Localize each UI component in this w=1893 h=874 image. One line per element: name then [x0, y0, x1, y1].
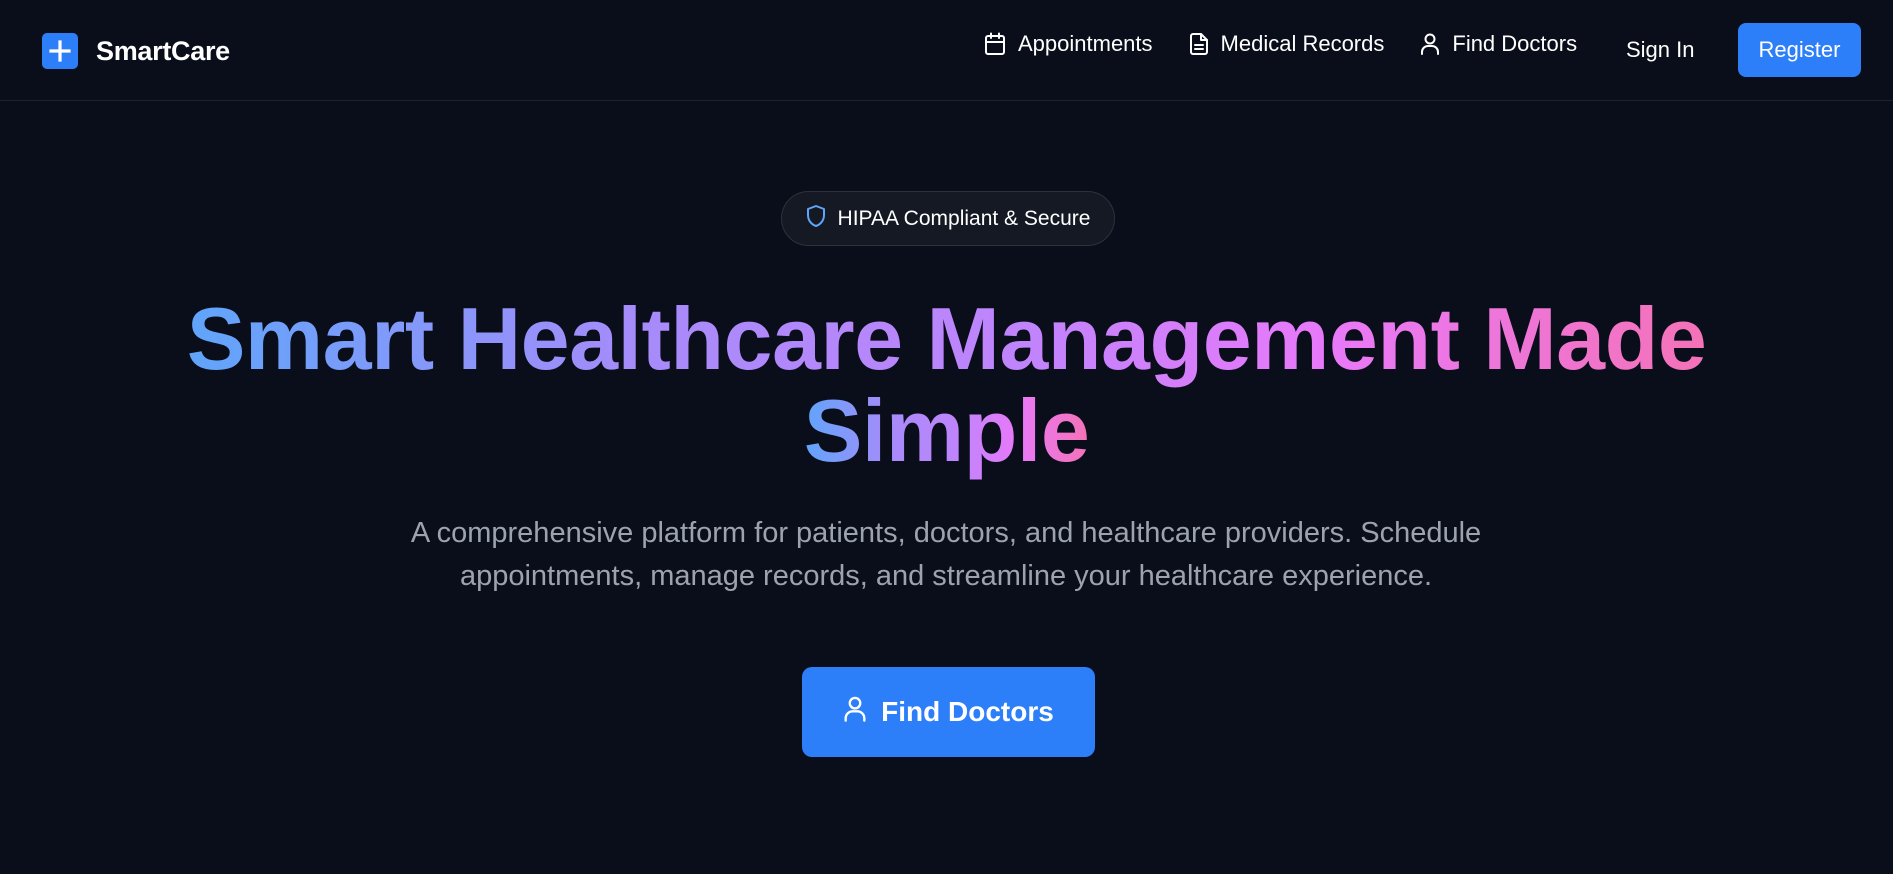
cta-label: Find Doctors	[881, 696, 1054, 727]
nav-item-find-doctors[interactable]: Find Doctors	[1420, 31, 1577, 57]
document-icon	[1189, 32, 1209, 56]
plus-icon	[42, 33, 78, 69]
user-icon	[843, 695, 867, 730]
nav-item-label: Medical Records	[1220, 31, 1385, 56]
brand[interactable]: SmartCare	[42, 33, 230, 69]
sign-in-button[interactable]: Sign In	[1626, 37, 1695, 63]
register-button[interactable]: Register	[1738, 23, 1861, 77]
nav-item-medical-records[interactable]: Medical Records	[1189, 31, 1385, 57]
calendar-icon	[984, 32, 1006, 56]
nav-item-label: Appointments	[1018, 31, 1153, 56]
hipaa-badge: HIPAA Compliant & Secure	[781, 191, 1115, 246]
nav-item-appointments[interactable]: Appointments	[984, 31, 1153, 57]
hero-title: Smart Healthcare Management Made Simple	[0, 293, 1893, 477]
hero-title-line-1: Smart Healthcare Management Made	[186, 289, 1707, 388]
top-navbar: SmartCare Appointments Medical Records F…	[0, 0, 1893, 101]
hero-subtitle-line-1: A comprehensive platform for patients, d…	[410, 517, 1482, 549]
shield-icon	[806, 204, 826, 234]
hero-subtitle-line-2: appointments, manage records, and stream…	[459, 560, 1433, 592]
main-nav: Appointments Medical Records Find Doctor…	[984, 31, 1577, 57]
nav-item-label: Find Doctors	[1452, 31, 1578, 56]
hero-title-line-2: Simple	[803, 381, 1090, 480]
brand-name: SmartCare	[96, 35, 230, 66]
hero-subtitle: A comprehensive platform for patients, d…	[346, 512, 1546, 598]
find-doctors-button[interactable]: Find Doctors	[802, 667, 1095, 757]
badge-label: HIPAA Compliant & Secure	[837, 206, 1091, 230]
user-icon	[1420, 32, 1440, 56]
